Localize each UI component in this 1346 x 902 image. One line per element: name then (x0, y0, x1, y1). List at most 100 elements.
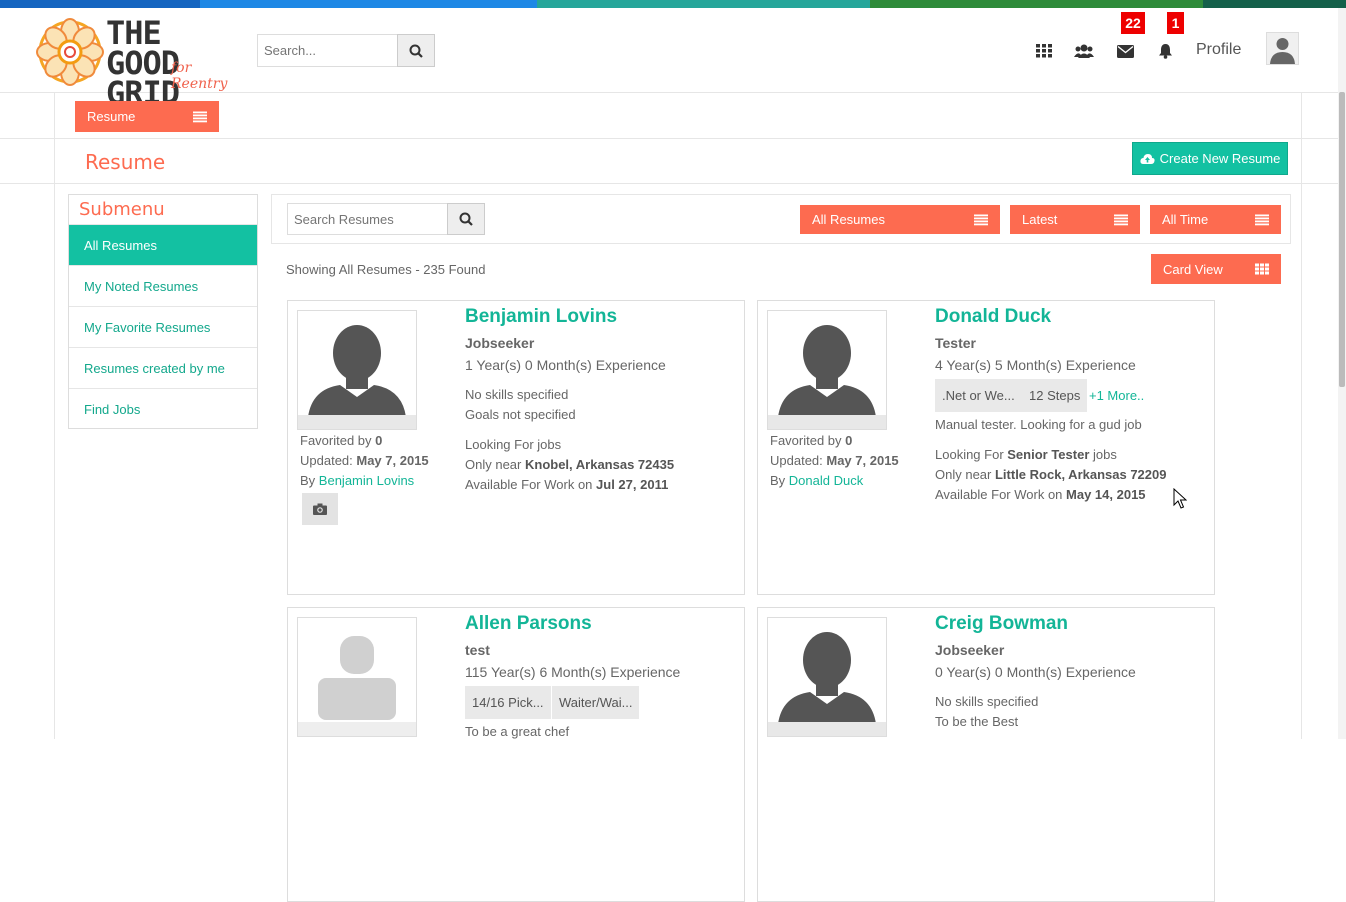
menu-lines-icon (1255, 214, 1269, 225)
candidate-role: Jobseeker (935, 642, 1005, 658)
candidate-name[interactable]: Creig Bowman (935, 613, 1068, 635)
skill-tag[interactable]: 12 Steps (1022, 379, 1088, 412)
view-toggle-button[interactable]: Card View (1151, 254, 1281, 284)
resume-card: Favorited by 0 Updated: May 7, 2015 By D… (757, 300, 1215, 595)
photo-upload-button[interactable] (302, 493, 338, 525)
availability-text: Available For Work on Jul 27, 2011 (465, 477, 669, 492)
availability-text: Available For Work on May 14, 2015 (935, 487, 1146, 502)
cloud-upload-icon (1140, 153, 1155, 164)
time-filter[interactable]: All Time (1150, 205, 1281, 234)
author-link[interactable]: Donald Duck (789, 473, 863, 488)
resume-photo[interactable] (767, 310, 887, 430)
menu-lines-icon (1114, 214, 1128, 225)
resume-type-filter[interactable]: All Resumes (800, 205, 1000, 234)
create-new-resume-button[interactable]: Create New Resume (1132, 142, 1288, 175)
resume-card: Creig Bowman Jobseeker 0 Year(s) 0 Month… (757, 607, 1215, 902)
person-silhouette-icon (298, 311, 416, 429)
submenu-item-all-resumes[interactable]: All Resumes (69, 224, 257, 265)
summary-text: To be a great chef (465, 724, 570, 739)
more-skills-link[interactable]: +1 More.. (1089, 388, 1144, 403)
favorited-text: Favorited by 0 (300, 433, 383, 448)
users-icon (1074, 44, 1094, 58)
favorited-count: 0 (845, 433, 853, 448)
location-value: Little Rock, Arkansas 72209 (994, 467, 1167, 482)
profile-link[interactable]: Profile (1196, 41, 1241, 59)
skills-text: No skills specified (935, 694, 1039, 709)
global-search-input[interactable] (257, 34, 397, 67)
resume-photo[interactable] (297, 617, 417, 737)
favorited-text: Favorited by 0 (770, 433, 853, 448)
submenu-item-favorite-resumes[interactable]: My Favorite Resumes (69, 306, 257, 347)
candidate-experience: 0 Year(s) 0 Month(s) Experience (935, 664, 1136, 680)
person-silhouette-icon (768, 311, 886, 429)
author-text: By Benjamin Lovins (300, 473, 415, 488)
submenu-item-created-by-me[interactable]: Resumes created by me (69, 347, 257, 388)
looking-for-text: Looking For Senior Tester jobs (935, 447, 1117, 462)
person-silhouette-icon (768, 618, 886, 736)
submenu-title: Submenu (79, 199, 165, 220)
global-search (257, 34, 435, 67)
menu-lines-icon (193, 111, 207, 122)
candidate-experience: 115 Year(s) 6 Month(s) Experience (465, 664, 681, 680)
mouse-cursor-icon (1173, 488, 1187, 509)
user-avatar[interactable] (1266, 32, 1299, 65)
resume-photo[interactable] (767, 617, 887, 737)
notifications-button[interactable] (1155, 42, 1175, 60)
site-logo[interactable]: THE GOOD GRID for Reentry (36, 12, 251, 109)
location-text: Only near Little Rock, Arkansas 72209 (935, 467, 1167, 482)
skill-tag[interactable]: Waiter/Wai... (552, 686, 640, 719)
location-value: Knobel, Arkansas 72435 (524, 457, 675, 472)
resume-photo[interactable] (297, 310, 417, 430)
availability-date: Jul 27, 2011 (596, 477, 669, 492)
author-link[interactable]: Benjamin Lovins (319, 473, 414, 488)
resume-search (287, 203, 485, 235)
resume-card: Favorited by 0 Updated: May 7, 2015 By B… (287, 300, 745, 595)
section-dropdown-label: Resume (87, 109, 136, 124)
sort-filter-label: Latest (1022, 212, 1058, 227)
candidate-role: Jobseeker (465, 335, 535, 351)
apps-grid-button[interactable] (1034, 42, 1054, 60)
looking-for-title: Senior Tester (1007, 447, 1090, 462)
availability-date: May 14, 2015 (1066, 487, 1146, 502)
updated-date: May 7, 2015 (826, 453, 899, 468)
sort-filter[interactable]: Latest (1010, 205, 1140, 234)
users-button[interactable] (1074, 42, 1094, 60)
resume-search-button[interactable] (447, 203, 485, 235)
skills-text: No skills specified (465, 387, 569, 402)
section-dropdown[interactable]: Resume (75, 101, 219, 132)
result-count-text: Showing All Resumes - 235 Found (286, 262, 486, 277)
candidate-name[interactable]: Benjamin Lovins (465, 306, 617, 328)
layout-divider-right (1301, 93, 1302, 739)
top-header: THE GOOD GRID for Reentry 22 1 Profile (0, 8, 1338, 109)
submenu-item-noted-resumes[interactable]: My Noted Resumes (69, 265, 257, 306)
updated-text: Updated: May 7, 2015 (300, 453, 429, 468)
layout-divider-2 (0, 183, 1338, 184)
skill-tag[interactable]: 14/16 Pick... (465, 686, 551, 719)
grid-view-icon (1255, 263, 1269, 275)
global-search-button[interactable] (397, 34, 435, 67)
menu-lines-icon (974, 214, 988, 225)
resume-search-input[interactable] (287, 203, 447, 235)
create-new-resume-label: Create New Resume (1159, 151, 1281, 166)
messages-button[interactable] (1115, 42, 1135, 60)
grid-icon (1035, 44, 1052, 58)
candidate-name[interactable]: Allen Parsons (465, 613, 592, 635)
goals-text: Goals not specified (465, 407, 576, 422)
view-toggle-label: Card View (1163, 261, 1223, 277)
page-title: Resume (85, 150, 166, 174)
candidate-name[interactable]: Donald Duck (935, 306, 1051, 328)
time-filter-label: All Time (1162, 212, 1209, 227)
looking-for-text: Looking For jobs (465, 437, 562, 452)
bell-icon (1158, 44, 1172, 59)
layout-divider-left (54, 93, 55, 739)
submenu-panel: Submenu All Resumes My Noted Resumes My … (68, 194, 258, 429)
author-text: By Donald Duck (770, 473, 864, 488)
candidate-experience: 4 Year(s) 5 Month(s) Experience (935, 357, 1136, 373)
page-scrollbar-thumb[interactable] (1339, 92, 1345, 387)
skill-tag[interactable]: .Net or We... (935, 379, 1022, 412)
resume-card: Allen Parsons test 115 Year(s) 6 Month(s… (287, 607, 745, 902)
location-text: Only near Knobel, Arkansas 72435 (465, 457, 675, 472)
submenu-item-find-jobs[interactable]: Find Jobs (69, 388, 257, 429)
candidate-role: test (465, 642, 490, 658)
camera-icon (313, 503, 327, 515)
